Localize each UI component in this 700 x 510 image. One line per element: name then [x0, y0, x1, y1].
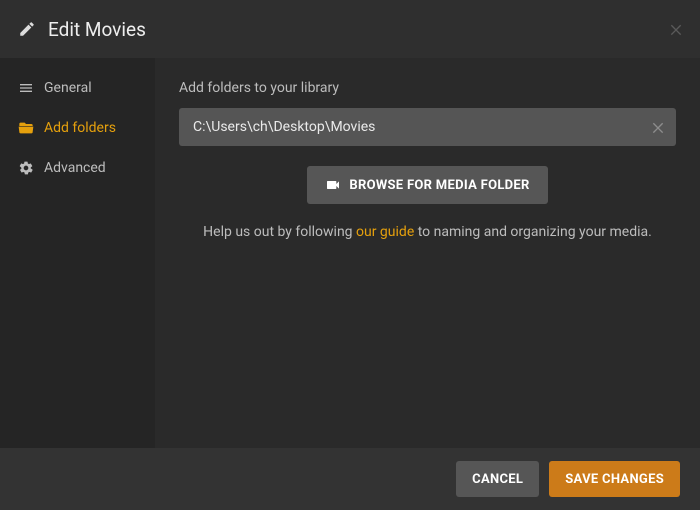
help-guide-link[interactable]: our guide — [356, 224, 414, 240]
modal-header: Edit Movies — [0, 0, 700, 58]
help-suffix: to naming and organizing your media. — [414, 224, 652, 240]
sidebar-item-label: Advanced — [44, 160, 106, 176]
section-label: Add folders to your library — [179, 80, 676, 96]
sidebar-item-label: General — [44, 80, 92, 96]
modal-footer: CANCEL SAVE CHANGES — [0, 448, 700, 510]
media-folder-icon — [325, 177, 341, 193]
sidebar: General Add folders Advanced — [0, 58, 155, 448]
modal-title: Edit Movies — [48, 18, 146, 41]
help-prefix: Help us out by following — [203, 224, 356, 240]
save-changes-button[interactable]: SAVE CHANGES — [549, 461, 680, 497]
sidebar-item-advanced[interactable]: Advanced — [0, 148, 155, 188]
browse-wrap: BROWSE FOR MEDIA FOLDER — [179, 166, 676, 204]
close-icon[interactable] — [668, 21, 684, 37]
cancel-button[interactable]: CANCEL — [456, 461, 539, 497]
folder-open-icon — [18, 120, 34, 136]
sidebar-item-add-folders[interactable]: Add folders — [0, 108, 155, 148]
help-text: Help us out by following our guide to na… — [179, 224, 676, 240]
list-icon — [18, 80, 34, 96]
folder-path: C:\Users\ch\Desktop\Movies — [193, 119, 650, 135]
browse-button-label: BROWSE FOR MEDIA FOLDER — [349, 178, 529, 193]
browse-media-button[interactable]: BROWSE FOR MEDIA FOLDER — [307, 166, 547, 204]
edit-library-modal: Edit Movies General Add folders — [0, 0, 700, 510]
modal-body: General Add folders Advanced Add folders… — [0, 58, 700, 448]
sidebar-item-label: Add folders — [44, 120, 116, 136]
remove-folder-icon[interactable] — [650, 119, 666, 135]
content-pane: Add folders to your library C:\Users\ch\… — [155, 58, 700, 448]
pencil-icon — [18, 20, 36, 38]
gear-icon — [18, 160, 34, 176]
sidebar-item-general[interactable]: General — [0, 68, 155, 108]
folder-row: C:\Users\ch\Desktop\Movies — [179, 108, 676, 146]
